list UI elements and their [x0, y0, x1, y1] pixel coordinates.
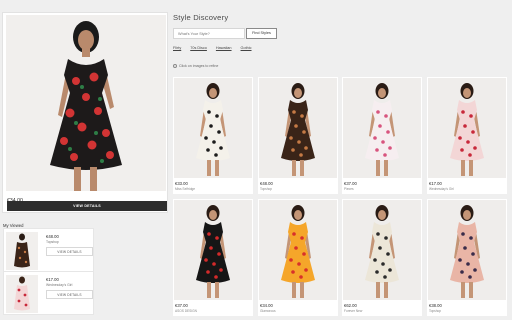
viewed-item-image[interactable]	[6, 232, 38, 270]
featured-product-card: €34.00 ASOS DESIGN VIEW DETAILS	[2, 12, 168, 213]
product-card[interactable]: €34.00 Glamorous	[258, 199, 338, 316]
product-price: €38.00	[429, 303, 442, 308]
product-brand: Pieces	[344, 187, 354, 191]
product-image[interactable]	[174, 78, 252, 178]
product-card[interactable]: €62.00 Forever New	[342, 199, 422, 316]
product-price: €62.00	[344, 303, 357, 308]
model-illustration	[174, 200, 252, 300]
info-icon	[173, 64, 177, 68]
product-card[interactable]: €37.00 ASOS DESIGN	[173, 199, 253, 316]
model-illustration	[343, 78, 421, 178]
viewed-item-brand: Topshop	[46, 240, 59, 244]
product-price: €37.00	[175, 303, 188, 308]
model-illustration	[428, 200, 506, 300]
product-brand: Forever New	[344, 309, 363, 313]
product-brand: Miss Selfridge	[175, 187, 196, 191]
product-brand: Wednesday's Girl	[429, 187, 454, 191]
product-price: €34.00	[260, 303, 273, 308]
viewed-item: €48.00 Topshop VIEW DETAILS	[3, 228, 94, 272]
product-card[interactable]: €37.00 Pieces	[342, 77, 422, 194]
product-image[interactable]	[428, 78, 506, 178]
product-card[interactable]: €48.00 Topshop	[258, 77, 338, 194]
product-image[interactable]	[259, 200, 337, 300]
filter-link-70s-disco[interactable]: 70s Disco	[190, 46, 207, 50]
product-card[interactable]: €38.00 Topshop	[427, 199, 507, 316]
page-title: Style Discovery	[173, 13, 229, 22]
filter-link-flirty[interactable]: Flirty	[173, 46, 181, 50]
find-styles-button[interactable]: Find Styles	[246, 28, 277, 39]
model-illustration	[259, 78, 337, 178]
model-illustration	[174, 78, 252, 178]
model-illustration	[343, 200, 421, 300]
featured-product-image[interactable]	[6, 15, 166, 191]
product-image[interactable]	[343, 78, 421, 178]
style-search-input[interactable]	[173, 28, 245, 39]
product-card[interactable]: €33.00 Miss Selfridge	[173, 77, 253, 194]
product-image[interactable]	[343, 200, 421, 300]
viewed-item-view-details-button[interactable]: VIEW DETAILS	[46, 247, 93, 256]
viewed-item-view-details-button[interactable]: VIEW DETAILS	[46, 290, 93, 299]
viewed-item-price: €17.00	[46, 277, 59, 282]
product-brand: Topshop	[260, 187, 273, 191]
product-image[interactable]	[428, 200, 506, 300]
model-illustration	[259, 200, 337, 300]
product-image[interactable]	[259, 78, 337, 178]
product-image[interactable]	[174, 200, 252, 300]
viewed-item-image[interactable]	[6, 275, 38, 313]
filter-link-hawaiian[interactable]: Hawaiian	[216, 46, 232, 50]
viewed-item-brand: Wednesday's Girl	[46, 283, 73, 287]
product-brand: Glamorous	[260, 309, 276, 313]
viewed-item: €17.00 Wednesday's Girl VIEW DETAILS	[3, 271, 94, 315]
refine-hint-text: Click on images to refine	[179, 64, 219, 68]
product-brand: Topshop	[429, 309, 442, 313]
product-price: €48.00	[260, 181, 273, 186]
model-illustration	[428, 78, 506, 178]
refine-hint: Click on images to refine	[173, 64, 218, 68]
product-price: €37.00	[344, 181, 357, 186]
featured-view-details-button[interactable]: VIEW DETAILS	[7, 201, 167, 211]
product-brand: ASOS DESIGN	[175, 309, 197, 313]
style-filter-links: Flirty 70s Disco Hawaiian Gothic	[173, 46, 252, 50]
product-price: €17.00	[429, 181, 442, 186]
product-price: €33.00	[175, 181, 188, 186]
product-card[interactable]: €17.00 Wednesday's Girl	[427, 77, 507, 194]
viewed-item-price: €48.00	[46, 234, 59, 239]
filter-link-gothic[interactable]: Gothic	[241, 46, 252, 50]
